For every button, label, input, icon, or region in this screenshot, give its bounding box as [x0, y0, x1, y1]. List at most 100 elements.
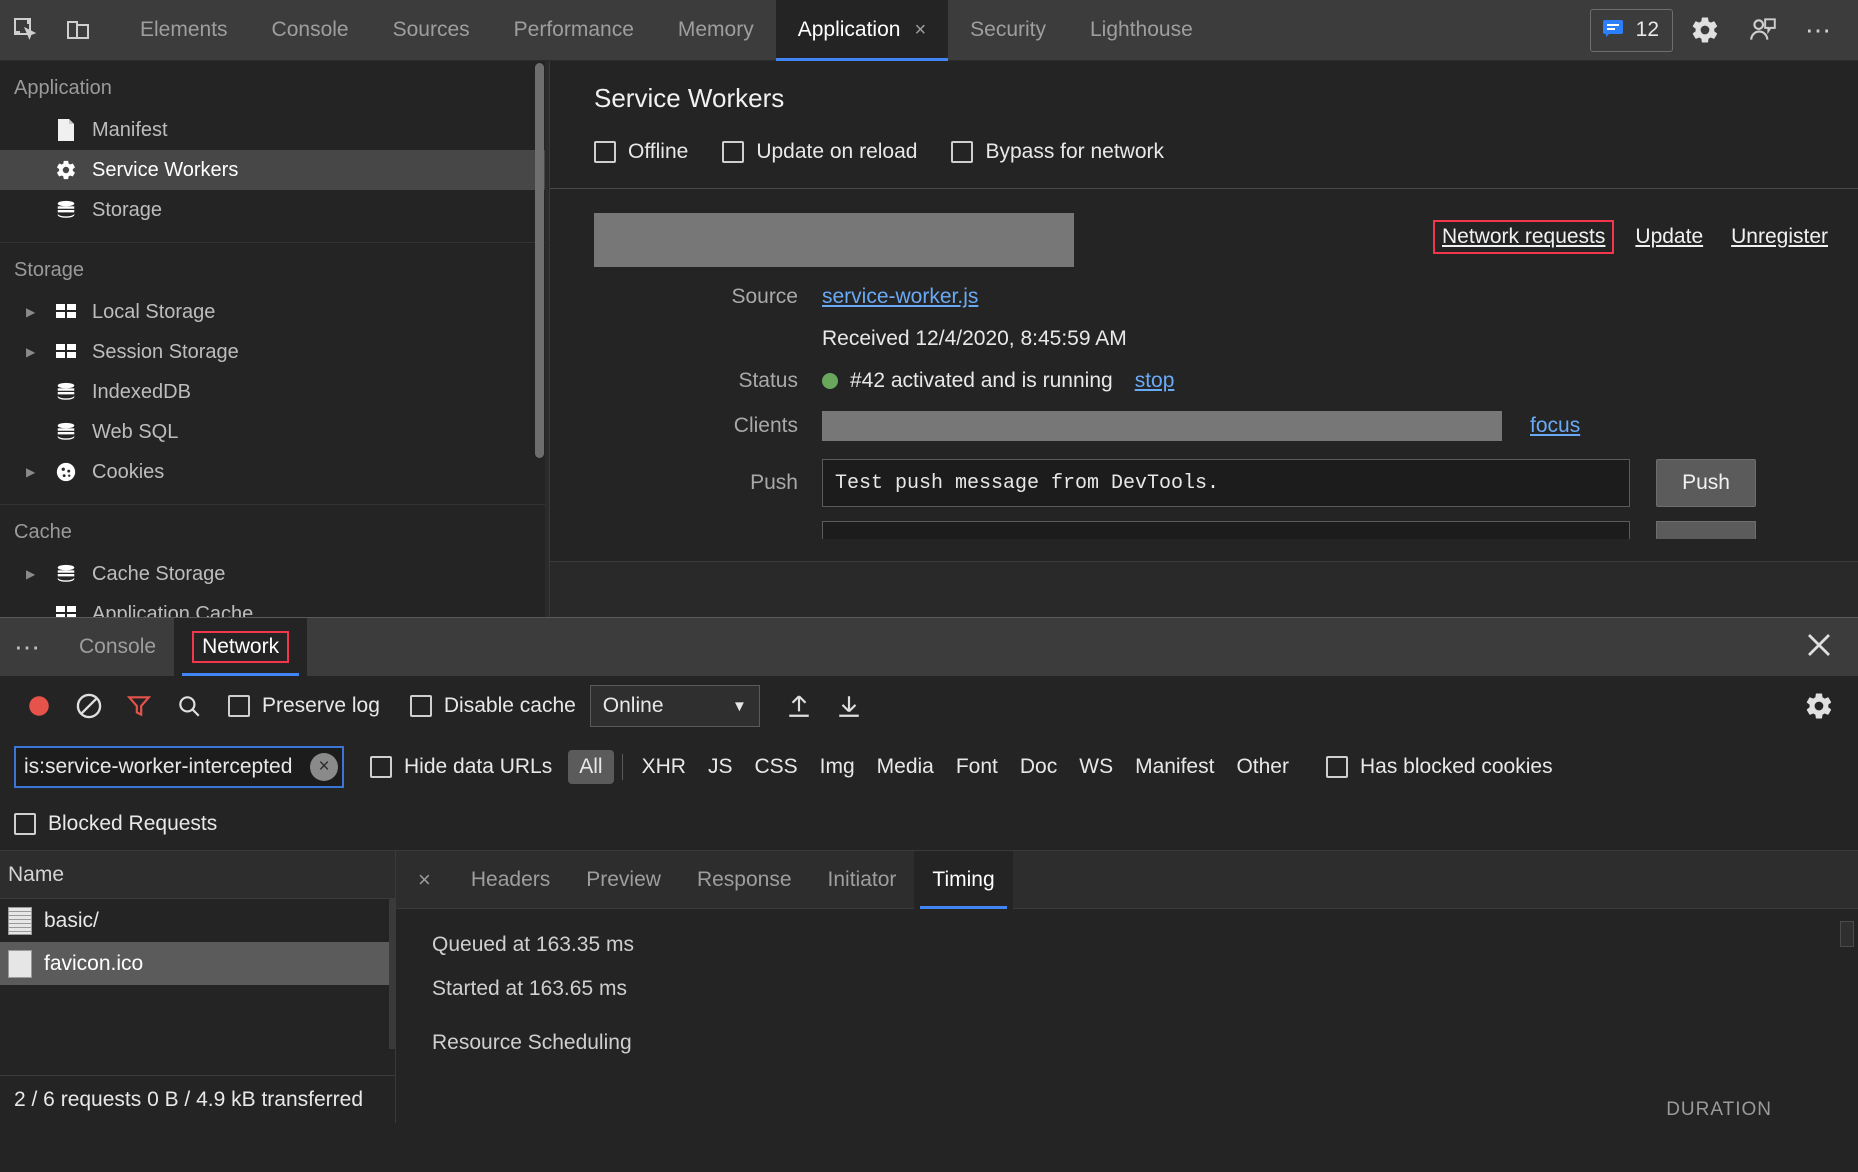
- checkbox-has-blocked-cookies[interactable]: Has blocked cookies: [1326, 755, 1553, 779]
- checkbox-preserve-log[interactable]: Preserve log: [228, 694, 380, 718]
- stop-link[interactable]: stop: [1135, 369, 1175, 393]
- checkbox-box[interactable]: [1326, 756, 1348, 778]
- checkbox-box[interactable]: [722, 141, 744, 163]
- scope-row: Network requests Update Unregister: [550, 189, 1858, 267]
- chevron-right-icon[interactable]: ▶: [26, 346, 40, 358]
- chevron-right-icon[interactable]: ▶: [26, 306, 40, 318]
- checkbox-blocked-requests[interactable]: Blocked Requests: [14, 812, 217, 836]
- drawer: ⋯ Console Network: [0, 617, 1858, 1172]
- sidebar-item-service-workers[interactable]: Service Workers: [0, 150, 545, 190]
- filter-input[interactable]: is:service-worker-intercepted ×: [14, 746, 344, 788]
- checkbox-box[interactable]: [228, 695, 250, 717]
- push-message-input[interactable]: [822, 459, 1630, 507]
- filter-type-other[interactable]: Other: [1225, 750, 1300, 784]
- tab-lighthouse[interactable]: Lighthouse: [1068, 0, 1215, 61]
- issues-badge[interactable]: 12: [1590, 9, 1673, 52]
- timing-resource-scheduling: Resource Scheduling: [432, 1021, 1858, 1055]
- tab-application[interactable]: Application ×: [776, 0, 948, 61]
- checkbox-disable-cache[interactable]: Disable cache: [410, 694, 576, 718]
- filter-icon[interactable]: [114, 681, 164, 731]
- sidebar-item-cookies[interactable]: ▶ Cookies: [0, 452, 545, 492]
- gear-icon[interactable]: [1679, 4, 1731, 56]
- sidebar-item-label: Session Storage: [92, 341, 239, 364]
- drawer-tab-console[interactable]: Console: [61, 618, 174, 676]
- push-button[interactable]: Push: [1656, 459, 1756, 507]
- chevron-right-icon[interactable]: ▶: [26, 466, 40, 478]
- throttling-select[interactable]: Online ▼: [590, 685, 760, 727]
- more-options-icon[interactable]: ⋯: [1795, 15, 1844, 46]
- inspect-element-icon[interactable]: [0, 4, 52, 56]
- update-link[interactable]: Update: [1635, 225, 1703, 249]
- filter-type-xhr[interactable]: XHR: [631, 750, 697, 784]
- drawer-tab-network[interactable]: Network: [174, 618, 307, 676]
- filter-type-doc[interactable]: Doc: [1009, 750, 1068, 784]
- checkbox-hide-data-urls[interactable]: Hide data URLs: [370, 755, 552, 779]
- table-icon: [53, 303, 79, 321]
- sidebar-scrollbar[interactable]: [535, 63, 544, 458]
- sidebar-item-storage[interactable]: Storage: [0, 190, 545, 230]
- detail-tab-response[interactable]: Response: [679, 851, 810, 909]
- import-har-icon[interactable]: [774, 681, 824, 731]
- detail-tab-preview[interactable]: Preview: [568, 851, 679, 909]
- sidebar-item-label: IndexedDB: [92, 381, 191, 404]
- checkbox-box[interactable]: [951, 141, 973, 163]
- filter-type-img[interactable]: Img: [809, 750, 866, 784]
- record-button-icon[interactable]: [14, 681, 64, 731]
- table-row[interactable]: basic/: [0, 899, 395, 942]
- account-feedback-icon[interactable]: [1737, 4, 1789, 56]
- clear-filter-icon[interactable]: ×: [310, 753, 338, 781]
- filter-type-all[interactable]: All: [568, 750, 613, 784]
- gear-icon[interactable]: [1794, 681, 1844, 731]
- tab-memory[interactable]: Memory: [656, 0, 776, 61]
- sync-button-partial[interactable]: [1656, 521, 1756, 539]
- sidebar-item-cache-storage[interactable]: ▶ Cache Storage: [0, 554, 545, 594]
- sidebar-item-application-cache[interactable]: Application Cache: [0, 594, 545, 617]
- checkbox-box[interactable]: [410, 695, 432, 717]
- sync-input-partial[interactable]: [822, 521, 1630, 539]
- clear-icon[interactable]: [64, 681, 114, 731]
- drawer-more-icon[interactable]: ⋯: [0, 632, 61, 663]
- detail-tab-label: Timing: [932, 868, 994, 892]
- tab-elements[interactable]: Elements: [118, 0, 250, 61]
- filter-type-ws[interactable]: WS: [1068, 750, 1124, 784]
- device-toolbar-icon[interactable]: [52, 4, 104, 56]
- table-row[interactable]: favicon.ico: [0, 942, 395, 985]
- export-har-icon[interactable]: [824, 681, 874, 731]
- checkbox-offline[interactable]: Offline: [594, 140, 688, 164]
- close-icon[interactable]: [1804, 630, 1858, 665]
- source-link[interactable]: service-worker.js: [822, 285, 978, 309]
- network-requests-link[interactable]: Network requests: [1433, 220, 1614, 254]
- checkbox-box[interactable]: [14, 813, 36, 835]
- column-header-name[interactable]: Name: [0, 851, 395, 899]
- filter-type-font[interactable]: Font: [945, 750, 1009, 784]
- unregister-link[interactable]: Unregister: [1731, 225, 1828, 249]
- detail-tab-headers[interactable]: Headers: [453, 851, 568, 909]
- filter-type-js[interactable]: JS: [697, 750, 744, 784]
- chevron-right-icon[interactable]: ▶: [26, 568, 40, 580]
- filter-type-manifest[interactable]: Manifest: [1124, 750, 1225, 784]
- detail-scrollbar[interactable]: [1840, 921, 1854, 947]
- sidebar-item-web-sql[interactable]: Web SQL: [0, 412, 545, 452]
- checkbox-bypass-for-network[interactable]: Bypass for network: [951, 140, 1164, 164]
- checkbox-box[interactable]: [370, 756, 392, 778]
- filter-type-media[interactable]: Media: [866, 750, 945, 784]
- tab-performance[interactable]: Performance: [492, 0, 656, 61]
- sidebar-item-manifest[interactable]: Manifest: [0, 110, 545, 150]
- sidebar-item-indexeddb[interactable]: IndexedDB: [0, 372, 545, 412]
- focus-link[interactable]: focus: [1530, 414, 1580, 438]
- checkbox-update-on-reload[interactable]: Update on reload: [722, 140, 917, 164]
- sidebar-item-session-storage[interactable]: ▶ Session Storage: [0, 332, 545, 372]
- filter-type-css[interactable]: CSS: [743, 750, 808, 784]
- checkbox-box[interactable]: [594, 141, 616, 163]
- search-icon[interactable]: [164, 681, 214, 731]
- tab-sources[interactable]: Sources: [371, 0, 492, 61]
- detail-tab-timing[interactable]: Timing: [914, 851, 1012, 909]
- close-detail-icon[interactable]: ×: [396, 867, 453, 893]
- blocked-requests-row: Blocked Requests: [0, 798, 1858, 850]
- document-icon: [8, 907, 32, 935]
- close-icon[interactable]: ×: [914, 20, 926, 40]
- sidebar-item-local-storage[interactable]: ▶ Local Storage: [0, 292, 545, 332]
- tab-security[interactable]: Security: [948, 0, 1068, 61]
- detail-tab-initiator[interactable]: Initiator: [810, 851, 915, 909]
- tab-console[interactable]: Console: [250, 0, 371, 61]
